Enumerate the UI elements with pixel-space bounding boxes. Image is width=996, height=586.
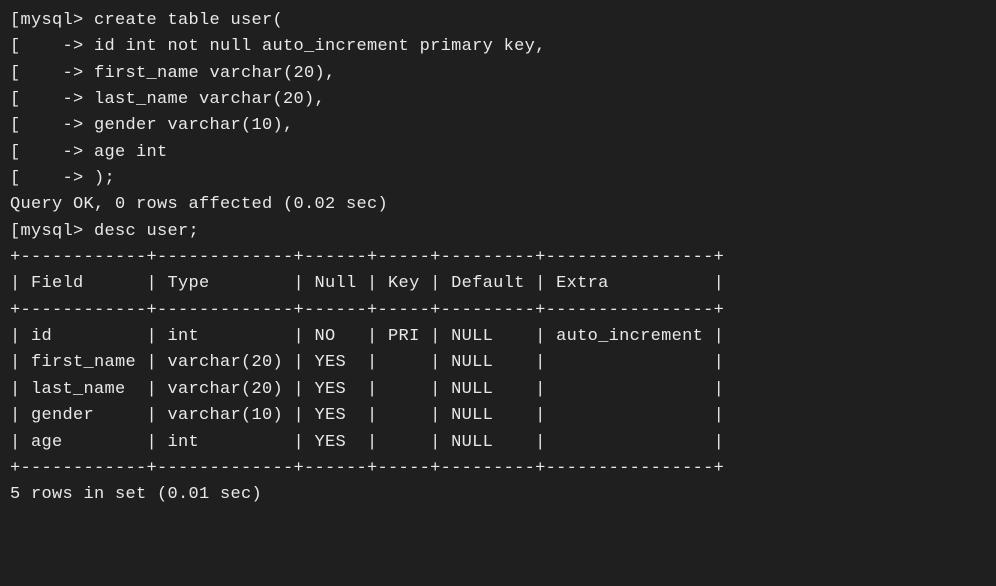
table-border: +------------+-------------+------+-----… xyxy=(10,456,986,482)
table-row: | first_name | varchar(20) | YES | | NUL… xyxy=(10,350,986,376)
terminal-line: [ -> gender varchar(10), xyxy=(10,113,986,139)
terminal-line: [mysql> desc user; xyxy=(10,219,986,245)
table-row: | gender | varchar(10) | YES | | NULL | … xyxy=(10,403,986,429)
terminal-line: [ -> ); xyxy=(10,166,986,192)
table-row: | id | int | NO | PRI | NULL | auto_incr… xyxy=(10,324,986,350)
terminal-output: [mysql> create table user([ -> id int no… xyxy=(10,8,986,509)
query-result: Query OK, 0 rows affected (0.02 sec) xyxy=(10,192,986,218)
table-border: +------------+-------------+------+-----… xyxy=(10,245,986,271)
query-result: 5 rows in set (0.01 sec) xyxy=(10,482,986,508)
terminal-line: [ -> last_name varchar(20), xyxy=(10,87,986,113)
terminal-line: [ -> id int not null auto_increment prim… xyxy=(10,34,986,60)
table-border: +------------+-------------+------+-----… xyxy=(10,298,986,324)
terminal-line: [mysql> create table user( xyxy=(10,8,986,34)
terminal-line: [ -> first_name varchar(20), xyxy=(10,61,986,87)
table-row: | age | int | YES | | NULL | | xyxy=(10,430,986,456)
table-row: | last_name | varchar(20) | YES | | NULL… xyxy=(10,377,986,403)
table-header: | Field | Type | Null | Key | Default | … xyxy=(10,271,986,297)
terminal-line: [ -> age int xyxy=(10,140,986,166)
